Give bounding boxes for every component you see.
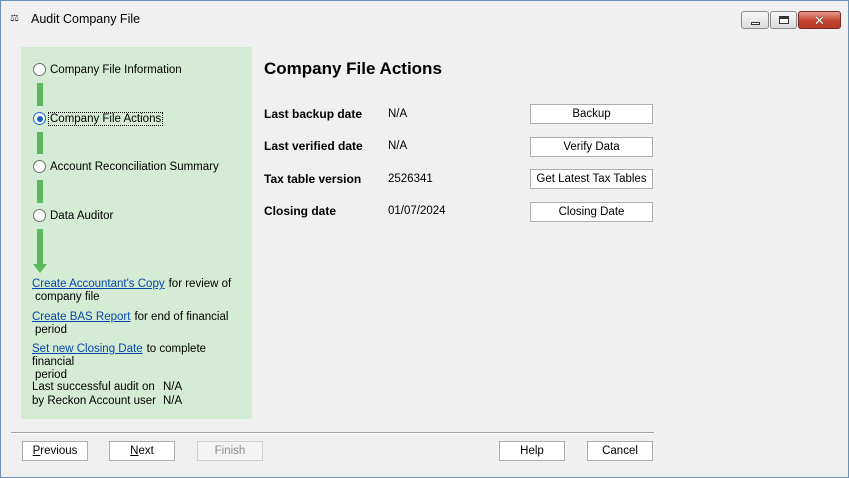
link-description-cont: period (35, 324, 67, 336)
accountants-copy-link-block: Create Accountant's Copy for review of co… (32, 278, 247, 304)
last-audit-label: Last successful audit on (32, 381, 155, 393)
get-latest-tax-tables-button[interactable]: Get Latest Tax Tables (530, 169, 653, 189)
tax-table-version-label: Tax table version (264, 172, 362, 186)
bas-report-link-block: Create BAS Report for end of financial pe… (32, 311, 247, 337)
audit-user-value: N/A (163, 395, 183, 407)
step-radio[interactable] (33, 160, 46, 173)
cancel-button[interactable]: Cancel (587, 441, 653, 461)
minimize-icon (750, 21, 760, 25)
finish-button: Finish (197, 441, 263, 461)
app-icon: ⚖ (10, 13, 19, 24)
window-title: Audit Company File (31, 12, 141, 26)
verify-data-button[interactable]: Verify Data (530, 137, 653, 157)
closing-date-link-block: Set new Closing Date to complete financia… (32, 343, 247, 382)
page-title: Company File Actions (264, 59, 442, 78)
step-connector (37, 132, 43, 154)
step-radio[interactable] (33, 63, 46, 76)
maximize-icon (778, 16, 789, 24)
title-bar[interactable]: ⚖ Audit Company File ✕ (1, 1, 848, 35)
step-company-file-information[interactable]: Company File Information (33, 63, 183, 76)
previous-label: revious (40, 445, 78, 457)
audit-user-row: by Reckon Account user N/A (32, 394, 182, 408)
step-label: Company File Information (50, 63, 182, 76)
audit-company-file-window: ⚖ Audit Company File ✕ Company File Info… (0, 0, 849, 478)
next-mnemonic: N (130, 445, 139, 457)
down-arrow-icon (33, 264, 47, 273)
audit-user-label: by Reckon Account user (32, 395, 157, 407)
step-radio[interactable] (33, 209, 46, 222)
last-verified-date-label: Last verified date (264, 139, 363, 153)
closing-date-label: Closing date (264, 204, 337, 218)
last-verified-date-value: N/A (388, 140, 408, 152)
link-description: for end of financial (134, 311, 229, 323)
step-label: Account Reconciliation Summary (50, 160, 219, 173)
wizard-sidebar: Company File Information Company File Ac… (21, 47, 252, 419)
step-company-file-actions[interactable]: Company File Actions (33, 111, 164, 126)
closing-date-button[interactable]: Closing Date (530, 202, 653, 222)
step-account-reconciliation-summary[interactable]: Account Reconciliation Summary (33, 160, 220, 173)
step-radio-selected[interactable] (33, 112, 46, 125)
create-bas-report-link[interactable]: Create BAS Report (32, 311, 130, 323)
create-accountants-copy-link[interactable]: Create Accountant's Copy (32, 278, 165, 290)
closing-date-value: 01/07/2024 (388, 205, 446, 217)
step-data-auditor[interactable]: Data Auditor (33, 209, 114, 222)
next-label: ext (138, 445, 154, 457)
step-label: Data Auditor (50, 209, 114, 222)
minimize-button[interactable] (741, 11, 769, 29)
last-backup-date-value: N/A (388, 108, 408, 120)
set-new-closing-date-link[interactable]: Set new Closing Date (32, 343, 143, 355)
last-backup-date-label: Last backup date (264, 107, 363, 121)
backup-button[interactable]: Backup (530, 104, 653, 124)
help-button[interactable]: Help (499, 441, 565, 461)
footer-divider (11, 432, 654, 434)
step-label: Company File Actions (47, 111, 164, 126)
previous-mnemonic: P (32, 445, 41, 457)
audit-info: Last successful audit on N/A by Reckon A… (32, 380, 182, 408)
link-description-cont: company file (35, 291, 100, 303)
next-button[interactable]: Next (109, 441, 175, 461)
close-icon: ✕ (814, 12, 825, 28)
last-audit-value: N/A (163, 381, 183, 393)
previous-button[interactable]: Previous (22, 441, 88, 461)
step-connector (37, 180, 43, 203)
close-button[interactable]: ✕ (798, 11, 841, 29)
last-audit-row: Last successful audit on N/A (32, 380, 182, 394)
step-connector (37, 229, 43, 265)
tax-table-version-value: 2526341 (388, 173, 433, 185)
step-connector (37, 83, 43, 106)
link-description: for review of (168, 278, 232, 290)
maximize-button[interactable] (770, 11, 797, 29)
